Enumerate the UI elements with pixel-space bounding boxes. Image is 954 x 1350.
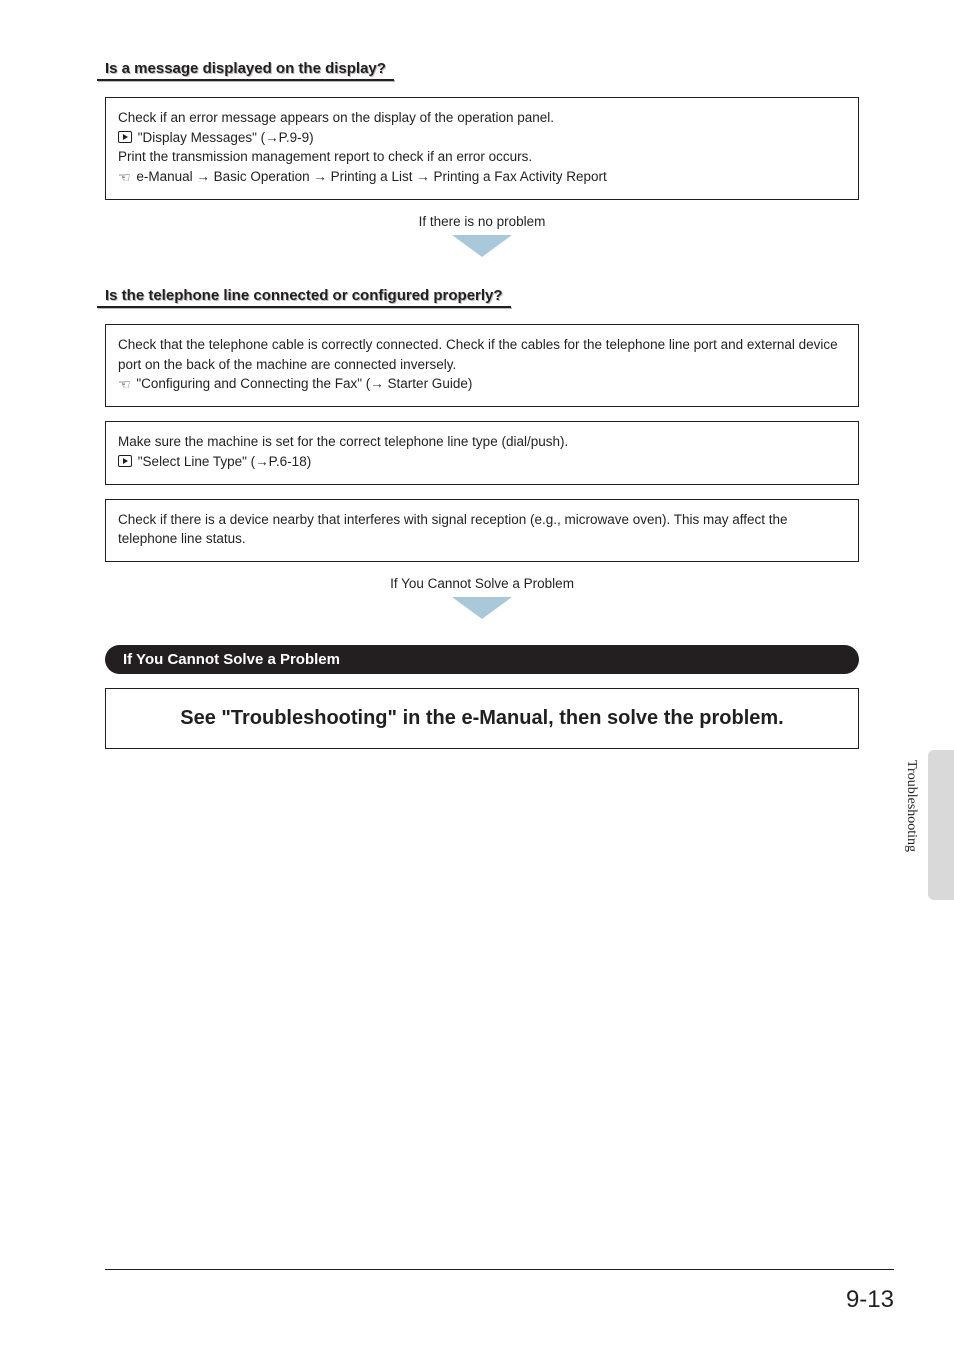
text-line: Make sure the machine is set for the cor…: [118, 432, 846, 452]
section-pill-cannot-solve: If You Cannot Solve a Problem: [105, 645, 859, 674]
play-ref-icon: [118, 131, 132, 143]
info-box-line-type: Make sure the machine is set for the cor…: [105, 421, 859, 484]
flow-label: If You Cannot Solve a Problem: [105, 576, 859, 591]
thumb-tab-label: Troubleshooting: [903, 760, 919, 852]
down-arrow-icon: [452, 597, 512, 619]
text-line: Check that the telephone cable is correc…: [118, 335, 846, 374]
ref-text: "Select Line Type" (→P.6-18): [138, 454, 311, 469]
thumb-tab: [928, 750, 954, 900]
ref-text: e-Manual → Basic Operation → Printing a …: [136, 169, 606, 184]
callout-see-troubleshooting: See "Troubleshooting" in the e-Manual, t…: [105, 688, 859, 749]
text-line: Print the transmission management report…: [118, 147, 846, 167]
info-box-interference: Check if there is a device nearby that i…: [105, 499, 859, 562]
hand-point-icon: ☜: [118, 374, 131, 394]
info-box-error-message: Check if an error message appears on the…: [105, 97, 859, 200]
footer-rule: [105, 1269, 894, 1270]
flow-label: If there is no problem: [105, 214, 859, 229]
cross-ref: "Select Line Type" (→P.6-18): [118, 452, 846, 472]
info-box-cable-check: Check that the telephone cable is correc…: [105, 324, 859, 407]
cross-ref: "Display Messages" (→P.9-9): [118, 128, 846, 148]
ref-text: "Display Messages" (→P.9-9): [138, 130, 314, 145]
cross-ref: ☜ e-Manual → Basic Operation → Printing …: [118, 167, 846, 187]
down-arrow-icon: [452, 235, 512, 257]
heading-telephone-line: Is the telephone line connected or confi…: [105, 287, 503, 306]
cross-ref: ☜ "Configuring and Connecting the Fax" (…: [118, 374, 846, 394]
heading-message-displayed: Is a message displayed on the display?: [105, 60, 386, 79]
page-number: 9-13: [846, 1286, 894, 1314]
text-line: Check if an error message appears on the…: [118, 108, 846, 128]
play-ref-icon: [118, 455, 132, 467]
text-line: Check if there is a device nearby that i…: [118, 510, 846, 549]
ref-text: "Configuring and Connecting the Fax" (→ …: [136, 376, 472, 391]
hand-point-icon: ☜: [118, 167, 131, 187]
